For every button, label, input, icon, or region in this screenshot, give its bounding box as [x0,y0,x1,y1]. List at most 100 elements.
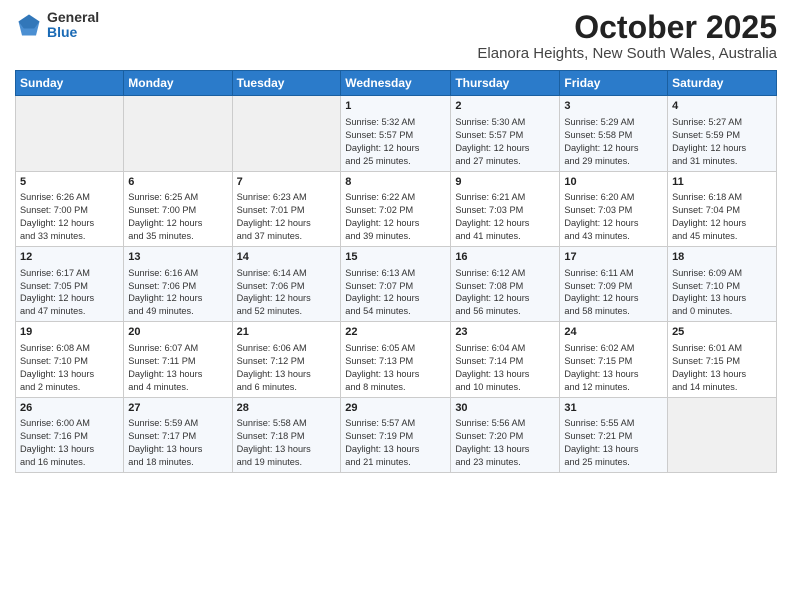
weekday-header-wednesday: Wednesday [341,71,451,96]
calendar-cell: 21 Sunrise: 6:06 AM Sunset: 7:12 PM Dayli… [232,322,341,397]
weekday-header-thursday: Thursday [451,71,560,96]
day-number: 23 [455,325,555,340]
day-content: Sunrise: 6:16 AM Sunset: 7:06 PM Dayligh… [128,267,227,319]
day-number: 13 [128,250,227,265]
calendar-cell: 8Sunrise: 6:22 AM Sunset: 7:02 PM Daylig… [341,171,451,246]
calendar-cell: 1 Sunrise: 5:32 AM Sunset: 5:57 PM Daylig… [341,96,451,171]
location-text: Elanora Heights, New South Wales, Austra… [477,45,777,62]
day-content: Sunrise: 6:11 AM Sunset: 7:09 PM Dayligh… [564,267,663,319]
day-content: Sunrise: 6:06 AM Sunset: 7:12 PM Dayligh… [237,342,337,394]
calendar-cell [232,96,341,171]
month-title: October 2025 [477,10,777,45]
calendar-cell: 19 Sunrise: 6:08 AM Sunset: 7:10 PM Dayli… [16,322,124,397]
weekday-header-row: SundayMondayTuesdayWednesdayThursdayFrid… [16,71,777,96]
day-content: Sunrise: 6:17 AM Sunset: 7:05 PM Dayligh… [20,267,119,319]
calendar-cell: 2Sunrise: 5:30 AM Sunset: 5:57 PM Daylig… [451,96,560,171]
logo: General Blue [15,10,99,41]
calendar-cell: 14 Sunrise: 6:14 AM Sunset: 7:06 PM Dayli… [232,246,341,321]
calendar-week-row: 19 Sunrise: 6:08 AM Sunset: 7:10 PM Dayli… [16,322,777,397]
day-content: Sunrise: 6:13 AM Sunset: 7:07 PM Dayligh… [345,267,446,319]
day-content: Sunrise: 6:20 AM Sunset: 7:03 PM Dayligh… [564,191,663,243]
day-number: 1 [345,99,446,114]
calendar-cell: 23 Sunrise: 6:04 AM Sunset: 7:14 PM Dayli… [451,322,560,397]
day-content: Sunrise: 6:05 AM Sunset: 7:13 PM Dayligh… [345,342,446,394]
calendar-cell: 17 Sunrise: 6:11 AM Sunset: 7:09 PM Dayli… [560,246,668,321]
calendar-cell: 24 Sunrise: 6:02 AM Sunset: 7:15 PM Dayli… [560,322,668,397]
page-header: General Blue October 2025 Elanora Height… [15,10,777,62]
day-number: 12 [20,250,119,265]
day-content: Sunrise: 6:21 AM Sunset: 7:03 PM Dayligh… [455,191,555,243]
day-number: 31 [564,401,663,416]
calendar-week-row: 1 Sunrise: 5:32 AM Sunset: 5:57 PM Daylig… [16,96,777,171]
day-content: Sunrise: 6:01 AM Sunset: 7:15 PM Dayligh… [672,342,772,394]
day-number: 21 [237,325,337,340]
day-content: Sunrise: 6:23 AM Sunset: 7:01 PM Dayligh… [237,191,337,243]
day-number: 28 [237,401,337,416]
day-number: 29 [345,401,446,416]
calendar-cell: 29Sunrise: 5:57 AM Sunset: 7:19 PM Dayli… [341,397,451,472]
day-content: Sunrise: 6:09 AM Sunset: 7:10 PM Dayligh… [672,267,772,319]
day-number: 10 [564,175,663,190]
calendar-cell [124,96,232,171]
day-number: 7 [237,175,337,190]
calendar-cell: 3Sunrise: 5:29 AM Sunset: 5:58 PM Daylig… [560,96,668,171]
calendar-cell: 28Sunrise: 5:58 AM Sunset: 7:18 PM Dayli… [232,397,341,472]
day-content: Sunrise: 6:18 AM Sunset: 7:04 PM Dayligh… [672,191,772,243]
day-number: 30 [455,401,555,416]
day-content: Sunrise: 6:14 AM Sunset: 7:06 PM Dayligh… [237,267,337,319]
calendar-week-row: 26Sunrise: 6:00 AM Sunset: 7:16 PM Dayli… [16,397,777,472]
logo-general-text: General [47,10,99,25]
calendar-cell: 11Sunrise: 6:18 AM Sunset: 7:04 PM Dayli… [668,171,777,246]
day-content: Sunrise: 6:22 AM Sunset: 7:02 PM Dayligh… [345,191,446,243]
day-number: 19 [20,325,119,340]
calendar-week-row: 12 Sunrise: 6:17 AM Sunset: 7:05 PM Dayli… [16,246,777,321]
day-number: 14 [237,250,337,265]
day-content: Sunrise: 6:02 AM Sunset: 7:15 PM Dayligh… [564,342,663,394]
day-content: Sunrise: 6:26 AM Sunset: 7:00 PM Dayligh… [20,191,119,243]
calendar-cell: 7Sunrise: 6:23 AM Sunset: 7:01 PM Daylig… [232,171,341,246]
day-number: 17 [564,250,663,265]
day-content: Sunrise: 5:56 AM Sunset: 7:20 PM Dayligh… [455,417,555,469]
calendar-cell [16,96,124,171]
day-content: Sunrise: 5:57 AM Sunset: 7:19 PM Dayligh… [345,417,446,469]
weekday-header-saturday: Saturday [668,71,777,96]
day-number: 9 [455,175,555,190]
day-number: 5 [20,175,119,190]
calendar-table: SundayMondayTuesdayWednesdayThursdayFrid… [15,70,777,473]
calendar-cell: 30Sunrise: 5:56 AM Sunset: 7:20 PM Dayli… [451,397,560,472]
calendar-cell: 6Sunrise: 6:25 AM Sunset: 7:00 PM Daylig… [124,171,232,246]
day-number: 6 [128,175,227,190]
calendar-cell: 31Sunrise: 5:55 AM Sunset: 7:21 PM Dayli… [560,397,668,472]
weekday-header-tuesday: Tuesday [232,71,341,96]
day-content: Sunrise: 6:08 AM Sunset: 7:10 PM Dayligh… [20,342,119,394]
calendar-cell: 26Sunrise: 6:00 AM Sunset: 7:16 PM Dayli… [16,397,124,472]
day-number: 26 [20,401,119,416]
calendar-cell: 18Sunrise: 6:09 AM Sunset: 7:10 PM Dayli… [668,246,777,321]
day-number: 11 [672,175,772,190]
logo-icon [15,11,43,39]
day-number: 24 [564,325,663,340]
calendar-cell [668,397,777,472]
day-number: 3 [564,99,663,114]
calendar-cell: 27Sunrise: 5:59 AM Sunset: 7:17 PM Dayli… [124,397,232,472]
title-block: October 2025 Elanora Heights, New South … [477,10,777,62]
day-number: 27 [128,401,227,416]
weekday-header-friday: Friday [560,71,668,96]
day-number: 4 [672,99,772,114]
calendar-cell: 9Sunrise: 6:21 AM Sunset: 7:03 PM Daylig… [451,171,560,246]
calendar-cell: 5Sunrise: 6:26 AM Sunset: 7:00 PM Daylig… [16,171,124,246]
day-number: 20 [128,325,227,340]
day-number: 22 [345,325,446,340]
day-content: Sunrise: 6:25 AM Sunset: 7:00 PM Dayligh… [128,191,227,243]
logo-blue-text: Blue [47,25,99,40]
calendar-cell: 20 Sunrise: 6:07 AM Sunset: 7:11 PM Dayli… [124,322,232,397]
day-content: Sunrise: 6:07 AM Sunset: 7:11 PM Dayligh… [128,342,227,394]
weekday-header-sunday: Sunday [16,71,124,96]
day-content: Sunrise: 5:59 AM Sunset: 7:17 PM Dayligh… [128,417,227,469]
day-content: Sunrise: 6:04 AM Sunset: 7:14 PM Dayligh… [455,342,555,394]
day-content: Sunrise: 5:32 AM Sunset: 5:57 PM Dayligh… [345,116,446,168]
calendar-cell: 22 Sunrise: 6:05 AM Sunset: 7:13 PM Dayli… [341,322,451,397]
calendar-week-row: 5Sunrise: 6:26 AM Sunset: 7:00 PM Daylig… [16,171,777,246]
day-number: 16 [455,250,555,265]
day-content: Sunrise: 5:27 AM Sunset: 5:59 PM Dayligh… [672,116,772,168]
